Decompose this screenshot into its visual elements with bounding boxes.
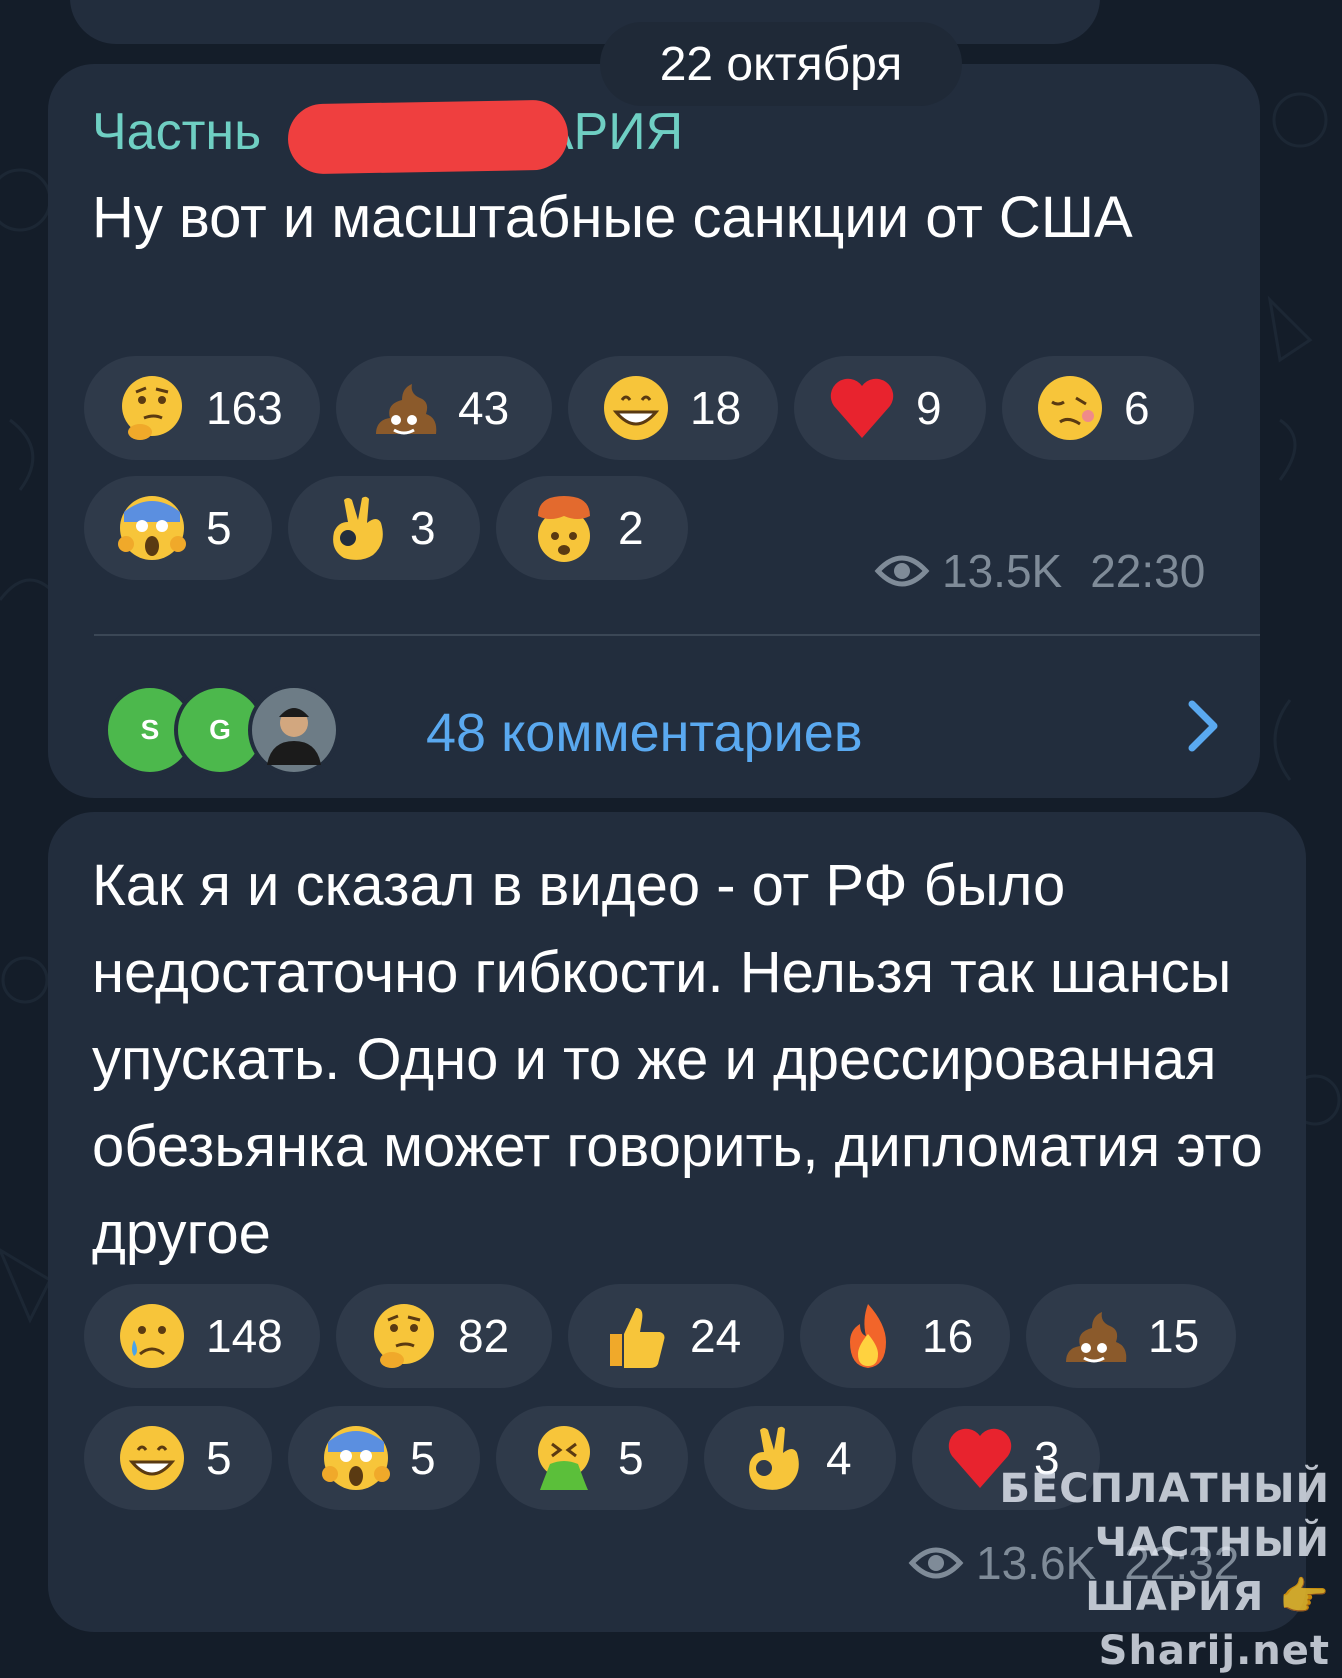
crying-face-icon xyxy=(120,1304,184,1368)
watermark-line1: БЕСПЛАТНЫЙ ЧАСТНЫЙ xyxy=(999,1466,1330,1566)
reaction-count: 5 xyxy=(206,1432,232,1484)
reaction-count: 6 xyxy=(1124,382,1150,434)
comments-count-label: 48 комментариев xyxy=(426,703,863,763)
reaction-count: 18 xyxy=(690,382,742,434)
reaction-count: 5 xyxy=(410,1432,436,1484)
vomiting-face-icon xyxy=(538,1426,590,1490)
watermark-line2: ШАРИЯ 👉 Sharij.net xyxy=(1085,1574,1330,1674)
views-count: 13.5K xyxy=(942,545,1063,597)
watermark: БЕСПЛАТНЫЙ ЧАСТНЫЙ ШАРИЯ 👉 Sharij.net xyxy=(860,1462,1330,1678)
exploding-head-icon xyxy=(538,496,590,562)
ok-hand-icon xyxy=(749,1426,799,1490)
reaction-grinning[interactable]: 18 xyxy=(568,356,778,460)
reaction-count: 163 xyxy=(206,382,283,434)
channel-post[interactable]: Частнь ШАРИЯ Ну вот и масштабные санкции … xyxy=(48,64,1260,798)
reaction-count: 4 xyxy=(826,1432,852,1484)
person-photo-icon xyxy=(267,708,321,765)
reaction-fire[interactable]: 16 xyxy=(800,1284,1010,1388)
reaction-ok-hand[interactable]: 3 xyxy=(288,476,480,580)
reaction-screaming[interactable]: 5 xyxy=(84,476,272,580)
reaction-poo[interactable]: 15 xyxy=(1026,1284,1236,1388)
fire-icon xyxy=(850,1304,886,1368)
thumbs-up-icon xyxy=(610,1308,665,1368)
eye-icon xyxy=(874,555,930,587)
post-text: Как я и сказал в видео - от РФ было недо… xyxy=(92,853,1279,1266)
reaction-count: 24 xyxy=(690,1310,742,1362)
ok-hand-icon xyxy=(333,496,383,560)
reaction-thinking[interactable]: 82 xyxy=(336,1284,552,1388)
screaming-face-icon xyxy=(322,1426,390,1490)
thinking-face-icon xyxy=(374,1304,434,1368)
reaction-grinning[interactable]: 5 xyxy=(84,1406,272,1510)
reaction-heart[interactable]: 9 xyxy=(794,356,986,460)
reaction-thumbs-up[interactable]: 24 xyxy=(568,1284,784,1388)
post-text: Ну вот и масштабные санкции от США xyxy=(92,185,1133,250)
reaction-crying[interactable]: 148 xyxy=(84,1284,320,1388)
reaction-count: 148 xyxy=(206,1310,283,1362)
red-heart-icon xyxy=(830,378,894,438)
reaction-vomiting[interactable]: 5 xyxy=(496,1406,688,1510)
channel-name-left: Частнь xyxy=(92,103,262,161)
chevron-right-icon xyxy=(1188,700,1218,752)
reaction-count: 9 xyxy=(916,382,942,434)
screaming-face-icon xyxy=(118,496,186,560)
reaction-thinking[interactable]: 163 xyxy=(84,356,320,460)
reaction-woozy[interactable]: 6 xyxy=(1002,356,1194,460)
reaction-poo[interactable]: 43 xyxy=(336,356,552,460)
comments-divider xyxy=(94,634,1260,636)
reaction-count: 5 xyxy=(206,502,232,554)
redaction-mark xyxy=(287,99,569,175)
reaction-count: 82 xyxy=(458,1310,510,1362)
post-time: 22:30 xyxy=(1090,545,1206,597)
reaction-count: 5 xyxy=(618,1432,644,1484)
reaction-exploding-head[interactable]: 2 xyxy=(496,476,688,580)
date-separator: 22 октября xyxy=(600,22,962,106)
pile-of-poo-icon xyxy=(1066,1312,1127,1363)
reaction-screaming[interactable]: 5 xyxy=(288,1406,480,1510)
pile-of-poo-icon xyxy=(376,384,437,435)
reaction-count: 3 xyxy=(410,502,436,554)
reaction-count: 16 xyxy=(922,1310,974,1362)
post-meta: 13.5K 22:30 xyxy=(874,544,1205,598)
comments-button[interactable]: S G 48 комментариев xyxy=(104,644,1224,784)
grinning-face-icon xyxy=(604,376,668,440)
grinning-face-icon xyxy=(120,1426,184,1490)
reaction-count: 2 xyxy=(618,502,644,554)
reaction-count: 43 xyxy=(458,382,510,434)
reaction-count: 15 xyxy=(1148,1310,1200,1362)
avatar-photo xyxy=(248,684,340,776)
thinking-face-icon xyxy=(122,376,182,440)
woozy-face-icon xyxy=(1038,376,1102,440)
